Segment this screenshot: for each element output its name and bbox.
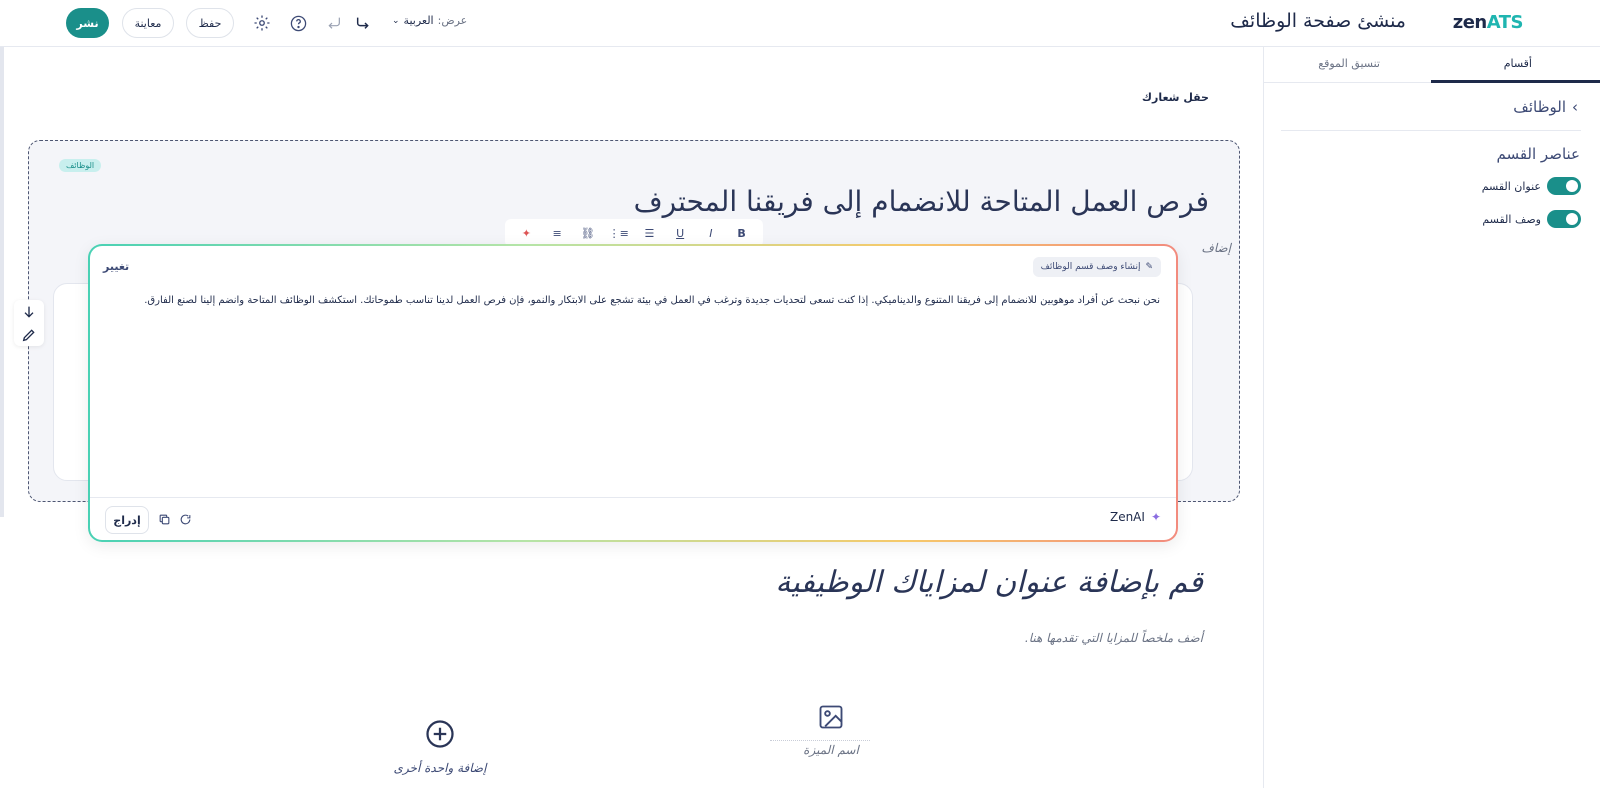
add-another-label: إضافة واحدة أخرى	[393, 761, 487, 775]
format-toolbar: ✦ ≡ ⛓ ⋮≡ ☰ U I B	[505, 219, 763, 247]
chevron-down-icon: ⌄	[392, 15, 400, 26]
regenerate-icon[interactable]	[179, 511, 192, 530]
section-desc-toggle[interactable]	[1547, 210, 1581, 228]
bullet-list-icon[interactable]: ☰	[639, 227, 659, 240]
generate-chip[interactable]: ✎ إنشاء وصف قسم الوظائف	[1032, 257, 1161, 277]
tab-site-style[interactable]: تنسيق الموقع	[1318, 57, 1380, 70]
tab-sections[interactable]: أقسام	[1504, 57, 1532, 70]
align-left-icon[interactable]: ≡	[547, 227, 567, 240]
preview-button[interactable]: معاينة	[122, 8, 174, 38]
chevron-right-icon: ›	[1572, 98, 1578, 116]
bold-button[interactable]: B	[732, 227, 752, 240]
insert-button[interactable]: إدراج	[105, 506, 149, 534]
publish-button[interactable]: نشر	[66, 8, 109, 38]
plus-circle-icon	[425, 719, 455, 753]
image-placeholder-icon	[817, 703, 845, 735]
help-icon[interactable]	[287, 12, 309, 34]
save-button[interactable]: حفظ	[186, 8, 234, 38]
sidebar-tabs: أقسام تنسيق الموقع	[1263, 47, 1600, 83]
zenai-brand: ZenAI ✦	[1110, 510, 1161, 524]
breadcrumb-label: الوظائف	[1513, 98, 1566, 116]
view-label: عرض:	[437, 14, 468, 27]
benefit-item[interactable]: اسم الميزة	[786, 703, 876, 757]
breadcrumb[interactable]: › الوظائف	[1513, 98, 1578, 116]
top-bar: zenATS منشئ صفحة الوظائف نشر معاينة حفظ …	[0, 0, 1600, 47]
canvas-edge	[0, 47, 4, 517]
language-value: العربية	[403, 14, 434, 27]
wand-icon: ✎	[1145, 262, 1153, 272]
ordered-list-icon[interactable]: ⋮≡	[609, 227, 629, 240]
redo-icon[interactable]	[352, 12, 374, 34]
section-subtitle[interactable]: إضاف	[1201, 241, 1231, 255]
toggle-label: وصف القسم	[1482, 212, 1541, 226]
section-elements-heading: عناصر القسم	[1496, 145, 1580, 163]
language-selector[interactable]: عرض: العربية ⌄	[392, 14, 467, 27]
ai-generate-modal: تغيير ✎ إنشاء وصف قسم الوظائف نحن نبحث ع…	[88, 244, 1178, 542]
generated-text[interactable]: نحن نبحث عن أفراد موهوبين للانضمام إلى ف…	[120, 292, 1160, 309]
active-tab-indicator	[1431, 80, 1600, 83]
benefit-item-label: اسم الميزة	[803, 743, 859, 757]
toggle-row-section-title[interactable]: عنوان القسم	[1482, 177, 1581, 195]
benefit-desc-placeholder	[770, 735, 870, 741]
link-icon[interactable]: ⛓	[578, 227, 598, 240]
generate-chip-label: إنشاء وصف قسم الوظائف	[1040, 262, 1141, 272]
right-sidebar: أقسام تنسيق الموقع › الوظائف عناصر القسم…	[1263, 47, 1600, 788]
section-side-tools	[14, 300, 44, 346]
undo-icon[interactable]	[323, 12, 345, 34]
change-button[interactable]: تغيير	[103, 260, 129, 273]
toggle-label: عنوان القسم	[1481, 179, 1541, 193]
zenats-logo: zenATS	[1452, 12, 1524, 33]
ai-footer: إدراج ZenAI ✦	[90, 497, 1176, 540]
ai-sparkle-icon[interactable]: ✦	[516, 227, 536, 240]
section-tag: الوظائف	[59, 159, 102, 172]
zenai-sparkle-icon: ✦	[1150, 510, 1161, 524]
app-title: منشئ صفحة الوظائف	[1230, 10, 1406, 32]
underline-button[interactable]: U	[670, 227, 690, 240]
slogan-field[interactable]: حقل شعارك	[1142, 91, 1209, 104]
copy-icon[interactable]	[158, 511, 171, 530]
benefits-title[interactable]: قم بإضافة عنوان لمزاياك الوظيفية	[775, 565, 1203, 600]
toggle-row-section-desc[interactable]: وصف القسم	[1482, 210, 1581, 228]
section-title-toggle[interactable]	[1547, 177, 1581, 195]
zenai-label: ZenAI	[1109, 510, 1145, 524]
benefits-subtitle[interactable]: أضف ملخصاً للمزايا التي تقدمها هنا.	[1025, 631, 1203, 645]
settings-icon[interactable]	[251, 12, 273, 34]
italic-button[interactable]: I	[701, 227, 721, 240]
add-another-button[interactable]: إضافة واحدة أخرى	[385, 719, 495, 775]
section-title[interactable]: فرص العمل المتاحة للانضمام إلى فريقنا ال…	[634, 185, 1209, 218]
move-down-icon[interactable]	[21, 304, 37, 324]
divider	[1281, 130, 1581, 131]
edit-pencil-icon[interactable]	[21, 327, 37, 347]
